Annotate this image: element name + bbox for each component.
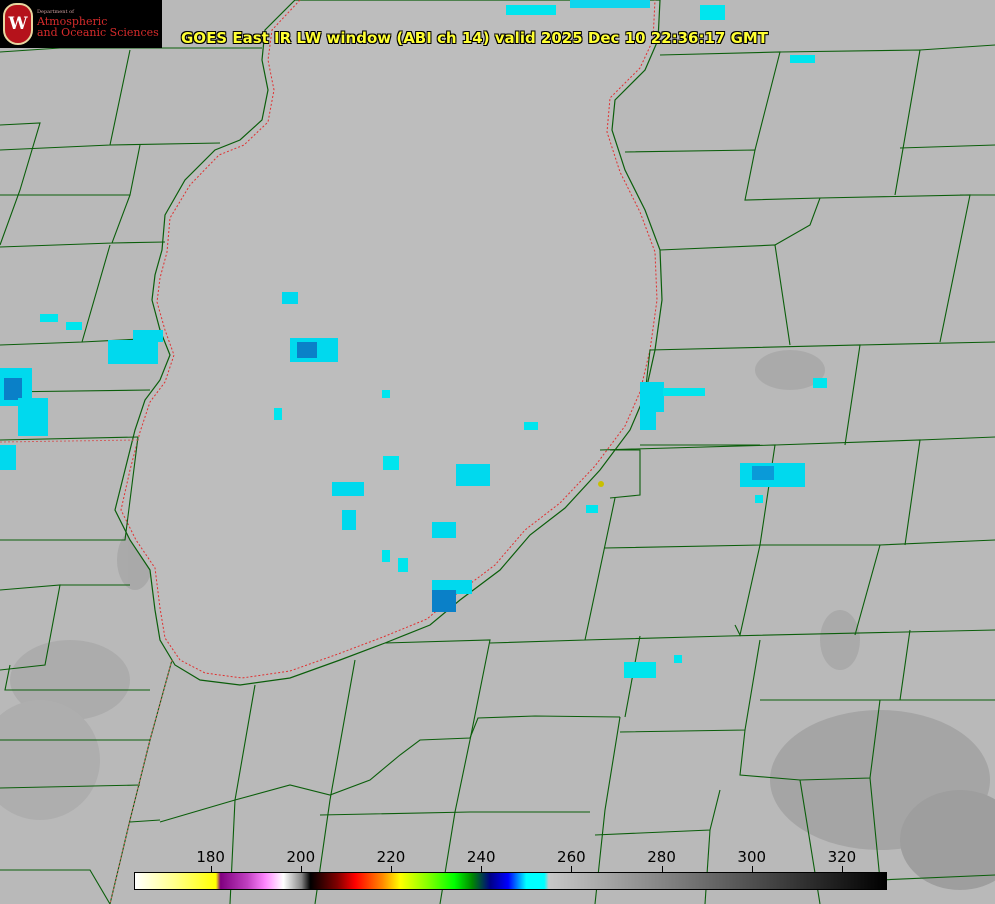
colorbar-tick-label: 300 [737,848,767,866]
colorbar-tick-mark [751,866,753,872]
image-title: GOES East IR LW window (ABI ch 14) valid… [181,29,769,47]
colorbar-tick-label: 280 [647,848,676,866]
colorbar-tick-label: 220 [376,848,406,866]
ir-map [0,0,995,904]
satellite-image: W Department of Atmospheric and Oceanic … [0,0,995,904]
city-marker [598,481,604,487]
colorbar-tick-mark [571,866,573,872]
uw-aos-logo: W Department of Atmospheric and Oceanic … [0,0,162,48]
logo-line-2: and Oceanic Sciences [37,26,159,39]
colorbar-tick-mark [661,866,663,872]
colorbar-tick-label: 180 [196,848,225,866]
logo-text: Department of Atmospheric and Oceanic Sc… [37,10,159,39]
colorbar-tick-mark [391,866,392,872]
colorbar-tick-label: 200 [286,848,316,866]
colorbar-tick-label: 320 [827,848,857,866]
colorbar-tick-mark [841,866,843,872]
colorbar-tick-label: 260 [557,848,586,866]
colorbar-tick-label: 240 [466,848,496,866]
colorbar-tick-mark [300,866,302,872]
uw-seal-icon: W [3,3,33,45]
colorbar-tick-mark [210,866,212,872]
temperature-colorbar [134,872,887,890]
colorbar-tick-mark [481,866,483,872]
